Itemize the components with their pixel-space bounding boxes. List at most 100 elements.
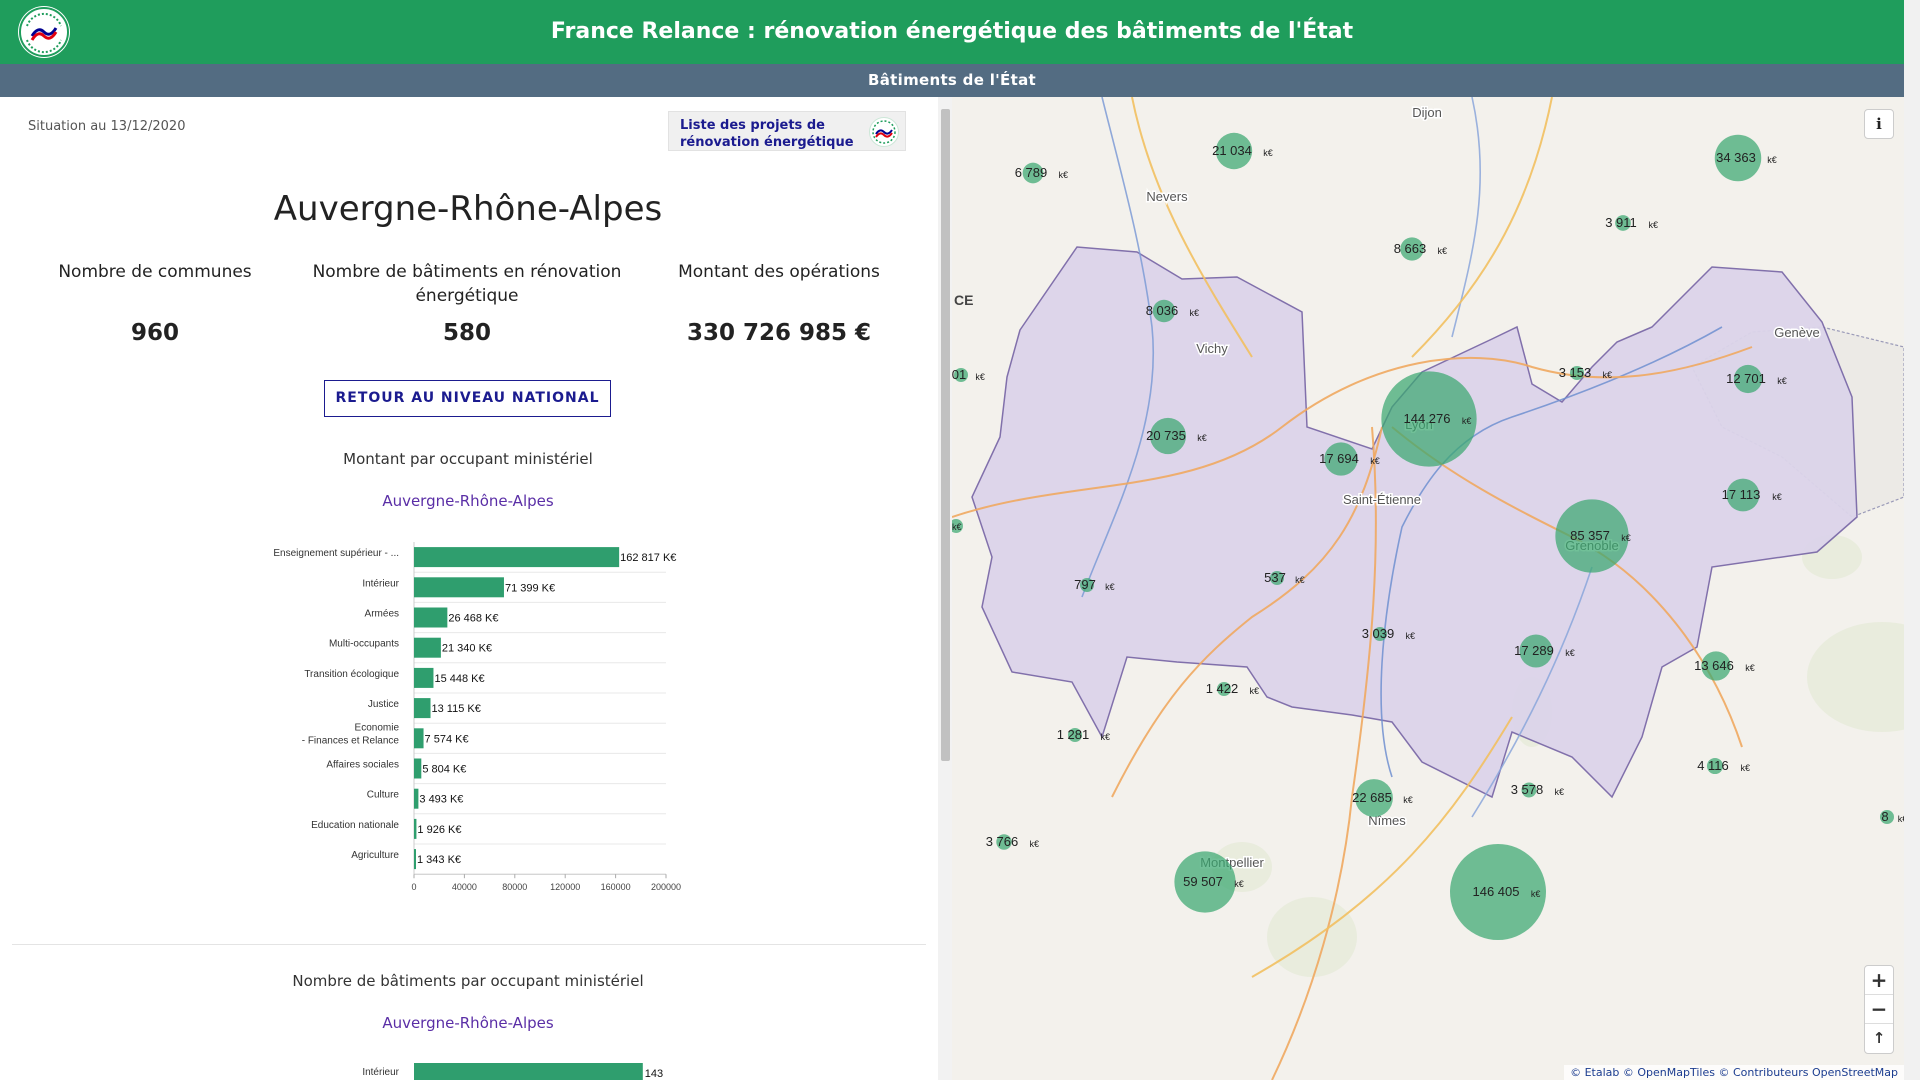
chart1-title: Montant par occupant ministériel [343,450,593,468]
bubble-label: 4 116 [1697,758,1729,773]
city-label: Saint-Étienne [1343,492,1421,507]
page-scroll-gutter [1904,0,1920,1080]
city-label: Vichy [1196,341,1228,356]
map-canvas[interactable]: DijonNeversVichyGenèveLyonSaint-ÉtienneG… [952,97,1904,1080]
stat-batiments-label: Nombre de bâtiments en rénovation énergé… [312,262,622,306]
city-label: Dijon [1412,105,1442,120]
x-tick-label: 120000 [550,882,580,892]
bar-value-label: 71 399 K€ [505,582,555,594]
bar-2 [414,607,448,628]
bubble-unit: k€ [1741,763,1751,773]
retour-national-button[interactable]: RETOUR AU NIVEAU NATIONAL [324,380,611,417]
zoom-control: + − ↑ [1864,965,1894,1054]
stat-communes: Nombre de communes 960 [0,260,310,346]
bubble-label: 85 357 [1570,528,1610,543]
city-label: Nevers [1146,189,1188,204]
bar-value-label: 15 448 K€ [434,673,484,685]
bar-value-label: 1 343 K€ [417,854,461,866]
montant-bar-chart: 162 817 K€ Enseignement supérieur - ... 71… [273,542,681,892]
bubble-unit: k€ [1263,148,1273,158]
bubble-label: 20 735 [1146,428,1186,443]
map-view[interactable]: DijonNeversVichyGenèveLyonSaint-ÉtienneG… [952,97,1904,1080]
chart2-title: Nombre de bâtiments par occupant ministé… [292,972,644,990]
category-label: Intérieur [362,1067,399,1078]
category-label: Education nationale [311,820,399,831]
stat-communes-label: Nombre de communes [58,262,252,282]
bubble-unit: k€ [1438,246,1448,256]
bar-4 [414,667,434,688]
stat-montant-label: Montant des opérations [678,262,880,282]
bubble-unit: k€ [1030,839,1040,849]
zoom-out-button[interactable]: − [1865,995,1893,1024]
bar-0 [414,547,620,568]
bubble-label: 3 153 [1559,365,1592,380]
bar-value-label: 5 804 K€ [422,764,466,776]
bubble-unit: k€ [1403,795,1413,805]
bubble-unit: k€ [1370,456,1380,466]
partial-country-label: CE [954,292,973,308]
projects-list-link[interactable]: Liste des projets de rénovation énergéti… [668,111,906,151]
bubble-unit: k€ [1565,648,1575,658]
bubble-label: 3 039 [1362,626,1395,641]
bubble-label: 22 685 [1352,790,1392,805]
projects-list-link-label: Liste des projets de rénovation énergéti… [680,118,854,150]
left-panel-scrollbar[interactable] [938,97,952,1080]
bubble-unit: k€ [1406,631,1416,641]
bubble-unit: k€ [1250,686,1260,696]
bubble-unit: k€ [1295,575,1305,585]
bubble-label: 146 405 [1473,884,1520,899]
situation-date: Situation au 13/12/2020 [28,119,186,134]
stat-montant-value: 330 726 985 € [686,320,872,346]
bar-6 [414,728,424,749]
bar-value-label: 143 [645,1068,663,1080]
category-label: Enseignement supérieur - ... [273,548,399,559]
bar-value-label: 3 493 K€ [419,794,463,806]
category-label: Armées [365,609,399,620]
zoom-in-button[interactable]: + [1865,966,1893,995]
bubble-label: 3 578 [1511,782,1544,797]
x-tick-label: 0 [411,882,416,892]
bar-value-label: 7 574 K€ [425,733,469,745]
category-label: Agriculture [351,850,399,861]
bar-value-label: 13 115 K€ [432,703,481,715]
bubble-label: 34 363 [1716,150,1756,165]
scrollbar-thumb[interactable] [941,109,950,761]
category-label: Intérieur [362,578,399,589]
bubble-unit: k€ [1772,492,1782,502]
bubble-label: 17 694 [1319,451,1359,466]
chart1-subtitle: Auvergne-Rhône-Alpes [382,492,554,510]
region-title: Auvergne-Rhône-Alpes [273,189,663,229]
bar-value-label: 1 926 K€ [417,824,461,836]
left-panel: Situation au 13/12/2020 Liste des projet… [0,97,936,1080]
bubble-label: 144 276 [1404,411,1451,426]
bubble-unit: k€ [1462,416,1472,426]
terrain-patch [1267,897,1357,977]
map-attribution[interactable]: © Etalab © OpenMapTiles © Contributeurs … [1564,1065,1904,1080]
stat-batiments-value: 580 [442,320,491,346]
bubble-unit: k€ [1105,582,1115,592]
bar-8 [414,788,419,809]
bubble-label: 8 036 [1146,303,1179,318]
x-tick-label: 40000 [452,882,477,892]
batiments-bar-chart: 143 Intérieur [362,1063,663,1080]
france-relance-small-icon [872,120,896,144]
bubble-unit: k€ [1101,732,1111,742]
bubble-label: 17 289 [1514,643,1554,658]
bubble-unit: k€ [1234,879,1244,889]
bar-5 [414,698,431,719]
category-label-line: - Finances et Relance [302,735,400,746]
bubble-unit: k€ [1603,370,1613,380]
x-tick-label: 80000 [502,882,527,892]
bubble-label: 13 646 [1694,658,1734,673]
bubble-label: 21 034 [1212,143,1252,158]
category-label: Culture [367,790,400,801]
stat-communes-value: 960 [130,320,179,346]
category-label: Justice [368,699,400,710]
bubble-label: 3 766 [986,834,1019,849]
reset-north-button[interactable]: ↑ [1865,1024,1893,1053]
bar-7 [414,758,422,779]
info-icon[interactable]: i [1864,109,1894,139]
bubble-unit: k€ [1059,170,1069,180]
bubble-unit: k€ [1197,433,1207,443]
sub-header-title: Bâtiments de l'État [868,71,1036,89]
